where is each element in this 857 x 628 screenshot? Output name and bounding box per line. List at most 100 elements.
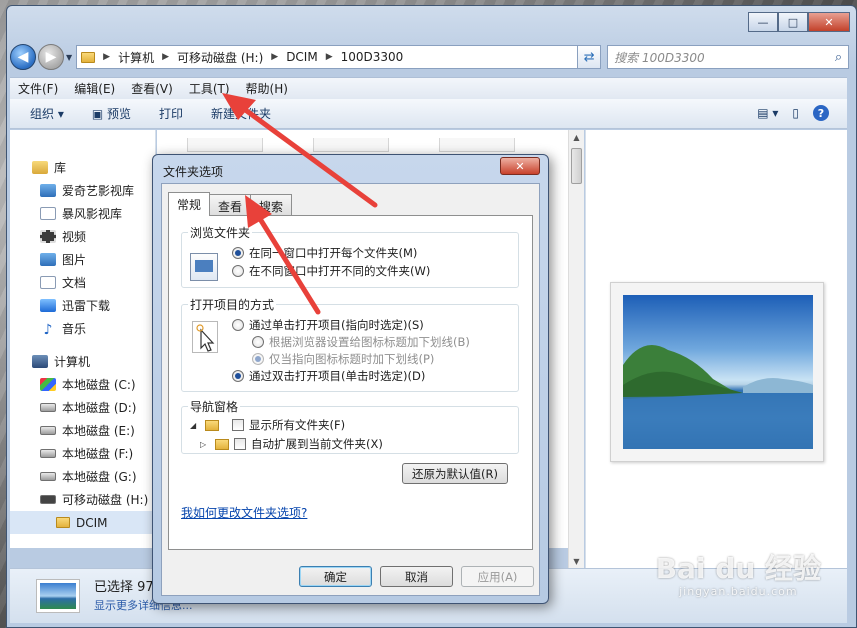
preview-frame xyxy=(610,282,824,462)
nav-label: 迅雷下载 xyxy=(62,299,111,313)
breadcrumb-dcim[interactable]: DCIM xyxy=(286,50,318,64)
drive-icon xyxy=(40,449,56,458)
nav-label: 爱奇艺影视库 xyxy=(62,184,135,198)
view-options-icon[interactable]: ▤ ▾ xyxy=(757,106,778,120)
folder-icon xyxy=(56,517,70,528)
breadcrumb-100d3300[interactable]: 100D3300 xyxy=(341,50,404,64)
organize-button[interactable]: 组织 ▾ xyxy=(30,105,64,122)
checkbox[interactable] xyxy=(234,438,246,450)
new-folder-button[interactable]: 新建文件夹 xyxy=(211,105,271,122)
maximize-button[interactable]: □ xyxy=(778,12,808,32)
close-button[interactable]: ✕ xyxy=(808,12,850,32)
history-dropdown-icon[interactable]: ▼ xyxy=(66,53,72,62)
scroll-up-icon[interactable]: ▲ xyxy=(569,130,584,144)
preview-icon: ▣ xyxy=(91,107,107,121)
nav-computer[interactable]: 计算机 xyxy=(10,350,155,373)
preview-image xyxy=(623,295,813,449)
dialog-close-button[interactable]: ✕ xyxy=(500,157,540,175)
minimize-button[interactable]: — xyxy=(748,12,778,32)
pointer-click-icon xyxy=(192,321,218,353)
nav-label: 计算机 xyxy=(54,355,91,369)
print-button[interactable]: 打印 xyxy=(159,105,183,122)
scroll-thumb[interactable] xyxy=(571,148,582,184)
nav-library[interactable]: 库 xyxy=(10,156,155,179)
menu-tools[interactable]: 工具(T) xyxy=(189,80,230,97)
vertical-scrollbar[interactable]: ▲ ▼ xyxy=(568,130,584,568)
nav-item-music[interactable]: ♪ 音乐 xyxy=(10,317,155,340)
radio-button[interactable] xyxy=(232,265,244,277)
apply-button: 应用(A) xyxy=(461,566,534,587)
ok-button[interactable]: 确定 xyxy=(299,566,372,587)
nav-drive-e[interactable]: 本地磁盘 (E:) xyxy=(10,419,155,442)
nav-label: 本地磁盘 (D:) xyxy=(62,401,137,415)
nav-drive-c[interactable]: 本地磁盘 (C:) xyxy=(10,373,155,396)
menu-file[interactable]: 文件(F) xyxy=(18,80,58,97)
option-show-all-folders[interactable]: ◢ 显示所有文件夹(F) xyxy=(190,417,345,433)
nav-item-iqiyi[interactable]: 爱奇艺影视库 xyxy=(10,179,155,202)
radio-button[interactable] xyxy=(232,247,244,259)
drive-icon xyxy=(40,403,56,412)
documents-icon xyxy=(40,276,56,289)
checkbox[interactable] xyxy=(232,419,244,431)
thumbnail[interactable] xyxy=(313,138,389,152)
nav-label: 本地磁盘 (G:) xyxy=(62,470,137,484)
menu-edit[interactable]: 编辑(E) xyxy=(74,80,115,97)
address-bar[interactable]: ▶ 计算机 ▶ 可移动磁盘 (H:) ▶ DCIM ▶ 100D3300 xyxy=(76,45,579,69)
thumbnail[interactable] xyxy=(187,138,263,152)
nav-item-xunlei[interactable]: 迅雷下载 xyxy=(10,294,155,317)
nav-drive-f[interactable]: 本地磁盘 (F:) xyxy=(10,442,155,465)
help-icon[interactable]: ? xyxy=(813,105,829,121)
chevron-right-icon[interactable]: ▶ xyxy=(326,52,333,62)
nav-item-pictures[interactable]: 图片 xyxy=(10,248,155,271)
restore-defaults-button[interactable]: 还原为默认值(R) xyxy=(402,463,508,484)
chevron-right-icon[interactable]: ▶ xyxy=(271,52,278,62)
preview-pane-icon[interactable]: ▯ xyxy=(792,106,799,120)
nav-label: 文档 xyxy=(62,276,87,290)
cancel-button[interactable]: 取消 xyxy=(380,566,453,587)
back-button[interactable]: ◀ xyxy=(10,44,36,70)
nav-label: 暴风影视库 xyxy=(62,207,123,221)
option-single-click[interactable]: 通过单击打开项目(指向时选定)(S) xyxy=(232,317,424,333)
option-double-click[interactable]: 通过双击打开项目(单击时选定)(D) xyxy=(232,368,425,384)
scroll-down-icon[interactable]: ▼ xyxy=(569,554,584,568)
radio-button[interactable] xyxy=(232,370,244,382)
command-bar: 组织 ▾ ▣ 预览 打印 新建文件夹 ▤ ▾ ▯ ? xyxy=(10,99,847,129)
thumbnail[interactable] xyxy=(439,138,515,152)
preview-button[interactable]: ▣ 预览 xyxy=(92,105,131,122)
breadcrumb-computer[interactable]: 计算机 xyxy=(118,49,154,66)
computer-icon xyxy=(32,355,48,368)
forward-button[interactable]: ▶ xyxy=(38,44,64,70)
tab-general[interactable]: 常规 xyxy=(168,192,211,216)
option-label: 自动扩展到当前文件夹(X) xyxy=(251,437,383,451)
radio-button[interactable] xyxy=(232,319,244,331)
nav-item-documents[interactable]: 文档 xyxy=(10,271,155,294)
menu-view[interactable]: 查看(V) xyxy=(131,80,173,97)
drive-icon xyxy=(40,472,56,481)
option-new-window[interactable]: 在不同窗口中打开不同的文件夹(W) xyxy=(232,263,430,279)
search-icon[interactable]: ⌕ xyxy=(835,50,842,65)
nav-drive-d[interactable]: 本地磁盘 (D:) xyxy=(10,396,155,419)
nav-item-baofeng[interactable]: 暴风影视库 xyxy=(10,202,155,225)
landscape-illustration xyxy=(623,345,813,449)
option-underline-browser: 根据浏览器设置给图标标题加下划线(B) xyxy=(252,334,470,350)
help-link[interactable]: 我如何更改文件夹选项? xyxy=(181,504,307,521)
tab-view[interactable]: 查看 xyxy=(209,194,252,215)
nav-drive-g[interactable]: 本地磁盘 (G:) xyxy=(10,465,155,488)
chevron-right-icon[interactable]: ▶ xyxy=(103,52,110,62)
folder-icon xyxy=(205,419,219,431)
tab-search[interactable]: 搜索 xyxy=(250,194,293,215)
menu-help[interactable]: 帮助(H) xyxy=(246,80,288,97)
breadcrumb-removable-disk[interactable]: 可移动磁盘 (H:) xyxy=(177,49,263,66)
option-label: 通过双击打开项目(单击时选定)(D) xyxy=(249,369,426,383)
removable-drive-icon xyxy=(40,495,56,504)
option-auto-expand[interactable]: ▷ 自动扩展到当前文件夹(X) xyxy=(200,436,383,452)
nav-folder-dcim[interactable]: DCIM xyxy=(10,511,155,534)
option-same-window[interactable]: 在同一窗口中打开每个文件夹(M) xyxy=(232,245,417,261)
music-icon: ♪ xyxy=(43,322,53,338)
nav-item-videos[interactable]: 视频 xyxy=(10,225,155,248)
chevron-right-icon[interactable]: ▶ xyxy=(162,52,169,62)
search-input[interactable]: 搜索 100D3300 ⌕ xyxy=(607,45,850,69)
refresh-icon[interactable]: ⇄ xyxy=(577,45,602,69)
nav-drive-h[interactable]: 可移动磁盘 (H:) xyxy=(10,488,155,511)
baofeng-icon xyxy=(40,207,56,220)
